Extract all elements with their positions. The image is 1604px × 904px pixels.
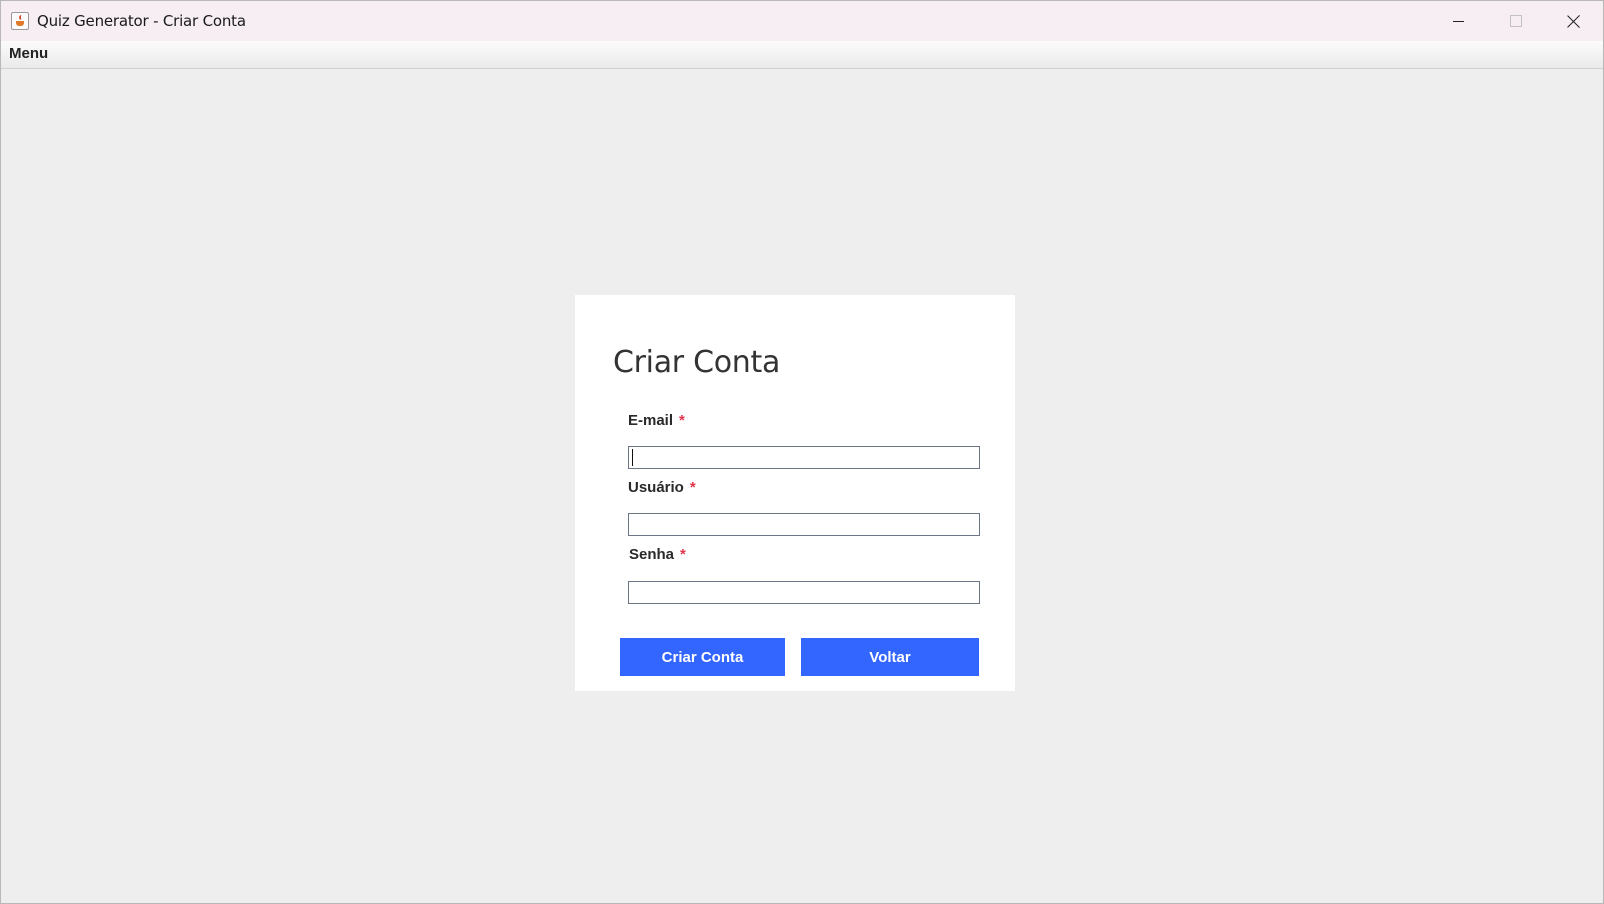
minimize-button[interactable]	[1429, 1, 1487, 41]
maximize-button[interactable]	[1487, 1, 1545, 41]
form-title: Criar Conta	[613, 345, 781, 380]
maximize-icon	[1510, 15, 1522, 27]
username-label: Usuário *	[628, 479, 696, 496]
email-label-text: E-mail	[628, 412, 674, 429]
email-label: E-mail *	[628, 412, 685, 429]
required-marker: *	[680, 546, 686, 563]
password-field[interactable]	[628, 581, 980, 604]
back-button[interactable]: Voltar	[801, 638, 979, 676]
required-marker: *	[689, 479, 696, 496]
close-button[interactable]	[1545, 1, 1603, 41]
username-field[interactable]	[628, 513, 980, 536]
menu-item-menu[interactable]: Menu	[9, 45, 48, 62]
email-field[interactable]	[628, 446, 980, 469]
text-caret	[632, 449, 633, 466]
password-label-text: Senha	[629, 546, 675, 563]
create-account-button[interactable]: Criar Conta	[620, 638, 785, 676]
close-icon	[1567, 14, 1581, 28]
title-bar[interactable]: Quiz Generator - Criar Conta	[1, 1, 1603, 41]
java-cup-icon	[11, 12, 29, 30]
window-title: Quiz Generator - Criar Conta	[37, 12, 246, 30]
menu-bar: Menu	[1, 41, 1603, 69]
required-marker: *	[679, 412, 685, 429]
username-label-text: Usuário	[628, 479, 684, 496]
password-label: Senha *	[629, 546, 686, 563]
app-window: Quiz Generator - Criar Conta Menu Criar …	[0, 0, 1604, 904]
create-account-form: Criar Conta E-mail * Usuário * Senha * Cria…	[575, 295, 1015, 691]
minimize-icon	[1452, 20, 1464, 22]
